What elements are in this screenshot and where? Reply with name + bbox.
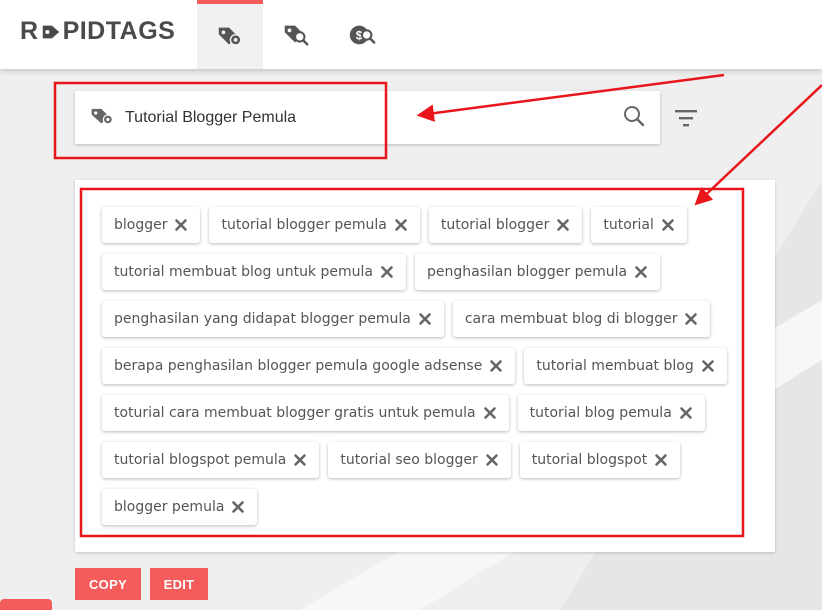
keyword-tag[interactable]: berapa penghasilan blogger pemula google… bbox=[102, 348, 516, 384]
remove-tag-icon[interactable] bbox=[293, 453, 307, 467]
tag-label: penghasilan blogger pemula bbox=[426, 264, 628, 280]
money-search-icon: $ bbox=[349, 25, 376, 44]
keyword-tag[interactable]: penghasilan yang didapat blogger pemula bbox=[102, 301, 444, 337]
tag-label: tutorial blogspot pemula bbox=[114, 452, 287, 468]
tab-tag-generator[interactable] bbox=[197, 0, 263, 69]
filter-icon[interactable] bbox=[674, 108, 698, 128]
keyword-tag[interactable]: penghasilan blogger pemula bbox=[414, 254, 661, 290]
tag-label: blogger bbox=[114, 217, 168, 233]
tag-label: penghasilan yang didapat blogger pemula bbox=[114, 311, 411, 327]
remove-tag-icon[interactable] bbox=[684, 312, 698, 326]
remove-tag-icon[interactable] bbox=[489, 359, 503, 373]
remove-tag-icon[interactable] bbox=[483, 406, 497, 420]
keyword-tag[interactable]: tutorial bbox=[591, 207, 687, 243]
floating-tab[interactable] bbox=[0, 599, 52, 610]
keyword-tag[interactable]: tutorial blogger bbox=[428, 207, 583, 243]
keyword-tag[interactable]: tutorial blog pemula bbox=[517, 395, 705, 431]
tag-label: berapa penghasilan blogger pemula google… bbox=[114, 358, 483, 374]
tag-label: tutorial seo blogger bbox=[340, 452, 478, 468]
copy-button[interactable]: COPY bbox=[75, 568, 141, 600]
keyword-tag[interactable]: tutorial membuat blog untuk pemula bbox=[102, 254, 406, 290]
remove-tag-icon[interactable] bbox=[654, 453, 668, 467]
keyword-search-box bbox=[75, 91, 660, 144]
tag-label: tutorial bbox=[603, 217, 654, 233]
tag-list: blogger tutorial blogger pemula tutorial b… bbox=[102, 207, 752, 536]
remove-tag-icon[interactable] bbox=[380, 265, 394, 279]
keyword-tag[interactable]: tutorial seo blogger bbox=[328, 442, 511, 478]
keyword-tag[interactable]: blogger pemula bbox=[102, 489, 258, 525]
tag-label: tutorial blog pemula bbox=[529, 405, 672, 421]
tag-label: toturial cara membuat blogger gratis unt… bbox=[114, 405, 476, 421]
tag-label: tutorial membuat blog bbox=[536, 358, 694, 374]
remove-tag-icon[interactable] bbox=[231, 500, 245, 514]
keyword-tag[interactable]: tutorial blogspot pemula bbox=[102, 442, 320, 478]
app-logo[interactable]: R PIDTAGS bbox=[20, 17, 175, 46]
remove-tag-icon[interactable] bbox=[485, 453, 499, 467]
tag-gear-icon bbox=[91, 108, 113, 125]
remove-tag-icon[interactable] bbox=[394, 218, 408, 232]
remove-tag-icon[interactable] bbox=[556, 218, 570, 232]
tab-money-search[interactable]: $ bbox=[329, 0, 395, 69]
tag-label: cara membuat blog di blogger bbox=[464, 311, 678, 327]
tag-label: tutorial blogger bbox=[440, 217, 550, 233]
tag-search-icon bbox=[284, 25, 309, 46]
keyword-input[interactable] bbox=[125, 105, 605, 131]
keyword-tag[interactable]: tutorial membuat blog bbox=[524, 348, 727, 384]
logo-text-end: PIDTAGS bbox=[62, 17, 176, 45]
keyword-tag[interactable]: toturial cara membuat blogger gratis unt… bbox=[102, 395, 509, 431]
tag-label: tutorial blogspot bbox=[531, 452, 648, 468]
remove-tag-icon[interactable] bbox=[701, 359, 715, 373]
tag-gear-icon bbox=[218, 27, 242, 46]
keyword-tag[interactable]: blogger bbox=[102, 207, 201, 243]
logo-text-start: R bbox=[20, 17, 39, 45]
remove-tag-icon[interactable] bbox=[679, 406, 693, 420]
remove-tag-icon[interactable] bbox=[661, 218, 675, 232]
tab-tag-search[interactable] bbox=[263, 0, 329, 69]
keyword-tag[interactable]: cara membuat blog di blogger bbox=[452, 301, 711, 337]
remove-tag-icon[interactable] bbox=[174, 218, 188, 232]
keyword-tag[interactable]: tutorial blogspot bbox=[519, 442, 681, 478]
tag-label: blogger pemula bbox=[114, 499, 225, 515]
tag-results-panel: blogger tutorial blogger pemula tutorial b… bbox=[75, 180, 775, 552]
keyword-tag[interactable]: tutorial blogger pemula bbox=[209, 207, 420, 243]
tag-label: tutorial membuat blog untuk pemula bbox=[114, 264, 373, 280]
remove-tag-icon[interactable] bbox=[634, 265, 648, 279]
edit-button[interactable]: EDIT bbox=[150, 568, 208, 600]
tag-label: tutorial blogger pemula bbox=[221, 217, 387, 233]
logo-tag-icon bbox=[42, 25, 59, 38]
top-navigation-bar: R PIDTAGS $ bbox=[0, 0, 822, 69]
remove-tag-icon[interactable] bbox=[418, 312, 432, 326]
search-icon[interactable] bbox=[622, 104, 646, 128]
